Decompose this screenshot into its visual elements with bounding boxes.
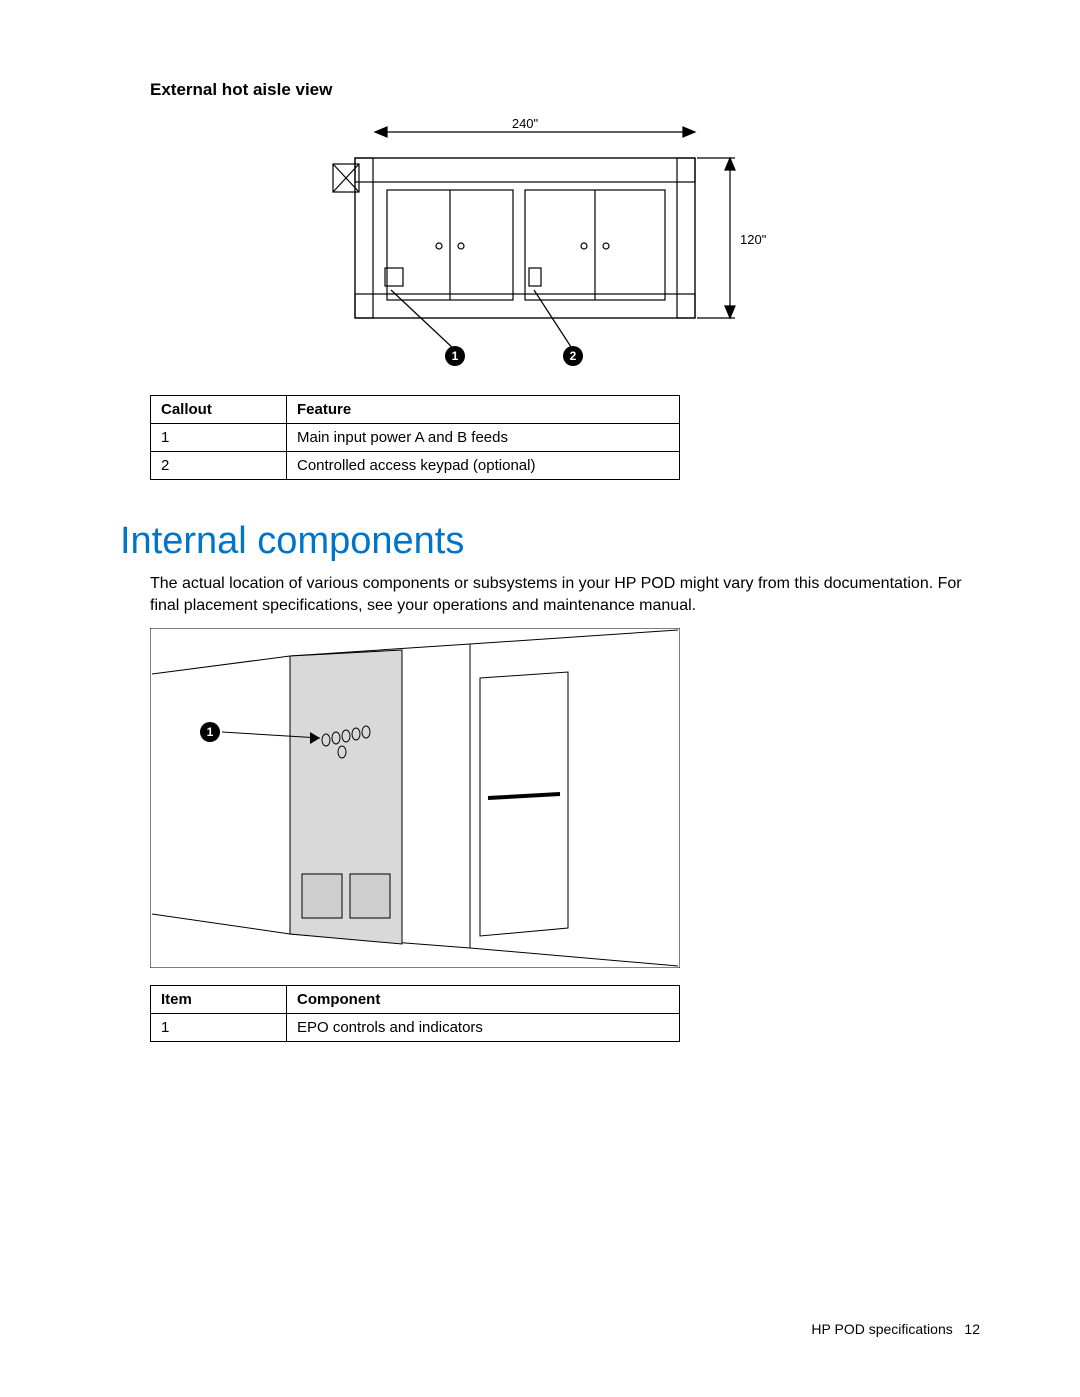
table-row: 2 Controlled access keypad (optional) bbox=[151, 452, 680, 480]
table-row: 1 EPO controls and indicators bbox=[151, 1014, 680, 1042]
section-body-text: The actual location of various component… bbox=[150, 573, 980, 616]
table-header-callout: Callout bbox=[151, 396, 287, 424]
footer-label: HP POD specifications bbox=[811, 1321, 952, 1337]
dim-height-label: 120" bbox=[740, 232, 767, 247]
callout-feature-table: Callout Feature 1 Main input power A and… bbox=[150, 395, 680, 480]
footer-page-number: 12 bbox=[964, 1321, 980, 1337]
table-header-item: Item bbox=[151, 986, 287, 1014]
figure-internal-components: 1 bbox=[150, 628, 680, 973]
callout-bubble-2: 2 bbox=[570, 349, 577, 363]
table-header-component: Component bbox=[287, 986, 680, 1014]
dim-width-label: 240" bbox=[512, 118, 539, 131]
item-component-table: Item Component 1 EPO controls and indica… bbox=[150, 985, 680, 1042]
section-subheading: External hot aisle view bbox=[150, 80, 980, 100]
callout-bubble-1: 1 bbox=[452, 349, 459, 363]
callout-bubble-1: 1 bbox=[207, 725, 214, 739]
page-footer: HP POD specifications 12 bbox=[811, 1321, 980, 1337]
section-heading: Internal components bbox=[120, 520, 980, 563]
table-header-feature: Feature bbox=[287, 396, 680, 424]
figure-external-hot-aisle: 240" 120" bbox=[325, 118, 805, 383]
table-row: 1 Main input power A and B feeds bbox=[151, 424, 680, 452]
